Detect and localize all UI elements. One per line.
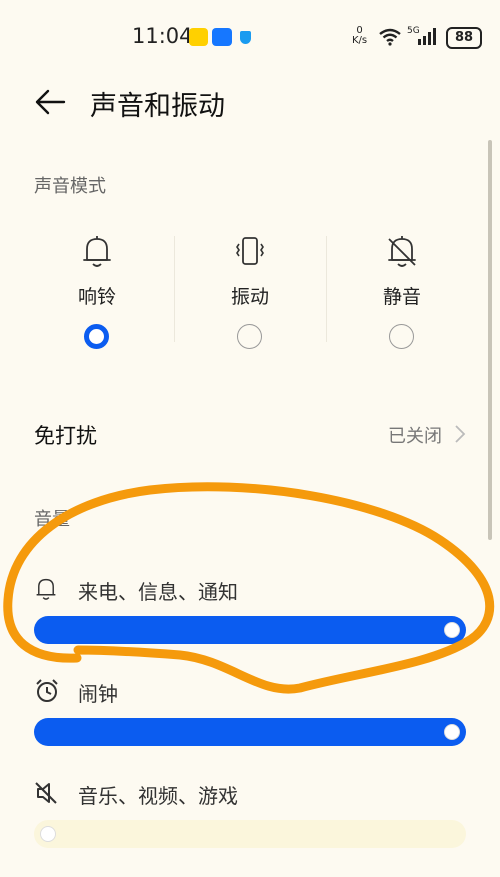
volume-media-header: 音乐、视频、游戏 bbox=[34, 778, 474, 812]
volume-alarm-label: 闹钟 bbox=[78, 682, 118, 706]
do-not-disturb-row[interactable]: 免打扰 已关闭 bbox=[0, 420, 500, 450]
volume-ringtone-label: 来电、信息、通知 bbox=[78, 580, 238, 604]
mode-silent-radio[interactable] bbox=[389, 324, 414, 349]
status-bar: 11:04 0 K/s 5G 88 bbox=[0, 0, 500, 72]
wifi-icon bbox=[379, 28, 401, 46]
header: 声音和振动 bbox=[0, 72, 500, 132]
do-not-disturb-label: 免打扰 bbox=[34, 424, 97, 448]
back-arrow-icon[interactable] bbox=[34, 88, 66, 116]
volume-alarm-header: 闹钟 bbox=[34, 676, 474, 710]
signal-icon bbox=[418, 28, 436, 45]
slider-knob[interactable] bbox=[444, 724, 460, 740]
scrollbar[interactable] bbox=[488, 140, 492, 540]
slider-knob[interactable] bbox=[40, 826, 56, 842]
mode-ring-radio[interactable] bbox=[84, 324, 109, 349]
alarm-clock-icon bbox=[36, 679, 58, 702]
mode-ring[interactable]: 响铃 bbox=[22, 230, 172, 360]
bell-icon bbox=[83, 236, 111, 267]
mode-ring-label: 响铃 bbox=[77, 286, 116, 308]
bell-off-icon bbox=[388, 236, 416, 267]
volume-media-label: 音乐、视频、游戏 bbox=[78, 784, 238, 808]
volume-ringtone-header: 来电、信息、通知 bbox=[34, 574, 474, 608]
net-speed: 0 K/s bbox=[352, 26, 367, 46]
volume-section-label: 音量 bbox=[34, 509, 70, 530]
sound-mode-selector: 响铃 振动 静音 bbox=[22, 230, 478, 370]
status-time: 11:04 bbox=[132, 24, 193, 48]
chevron-right-icon bbox=[455, 425, 466, 443]
page-title: 声音和振动 bbox=[90, 91, 225, 122]
mode-vibrate[interactable]: 振动 bbox=[175, 230, 325, 360]
battery-indicator: 88 bbox=[446, 27, 482, 49]
mode-silent[interactable]: 静音 bbox=[327, 230, 477, 360]
net-speed-unit: K/s bbox=[352, 35, 368, 46]
speaker-muted-icon bbox=[35, 782, 57, 804]
vibrate-icon bbox=[236, 237, 264, 265]
volume-media-slider[interactable] bbox=[34, 820, 466, 848]
mode-vibrate-radio[interactable] bbox=[237, 324, 262, 349]
volume-ringtone-slider[interactable] bbox=[34, 616, 466, 644]
slider-knob[interactable] bbox=[444, 622, 460, 638]
bell-icon bbox=[36, 578, 56, 600]
shield-icon bbox=[240, 31, 251, 44]
volume-alarm-slider[interactable] bbox=[34, 718, 466, 746]
alipay-app-icon bbox=[212, 28, 232, 46]
mode-silent-label: 静音 bbox=[382, 286, 421, 308]
meituan-app-icon bbox=[189, 28, 208, 46]
sound-mode-label: 声音模式 bbox=[34, 176, 106, 197]
mode-vibrate-label: 振动 bbox=[230, 286, 269, 308]
do-not-disturb-status: 已关闭 bbox=[388, 426, 442, 447]
